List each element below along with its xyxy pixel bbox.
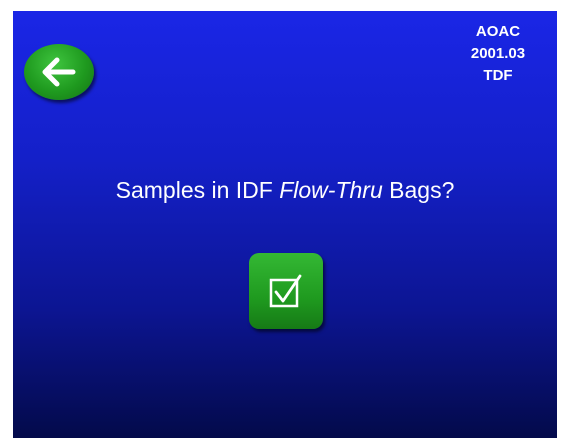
- question-part-1: Samples in IDF: [115, 177, 280, 203]
- back-button[interactable]: [24, 44, 94, 100]
- method-label: AOAC 2001.03 TDF: [453, 21, 543, 87]
- method-type: TDF: [483, 67, 513, 84]
- question-part-2: Bags?: [382, 177, 455, 203]
- question-part-italic: Flow-Thru: [279, 177, 383, 203]
- confirm-button[interactable]: [249, 253, 323, 329]
- checkbox-checked-icon: [269, 274, 302, 308]
- method-name: AOAC: [475, 23, 521, 40]
- screen: AOAC 2001.03 TDF Samples in IDF Flow-Thr…: [13, 11, 557, 438]
- question-text: Samples in IDF Flow-Thru Bags?: [13, 175, 557, 205]
- method-number: 2001.03: [470, 45, 526, 62]
- arrow-left-icon: [42, 57, 76, 87]
